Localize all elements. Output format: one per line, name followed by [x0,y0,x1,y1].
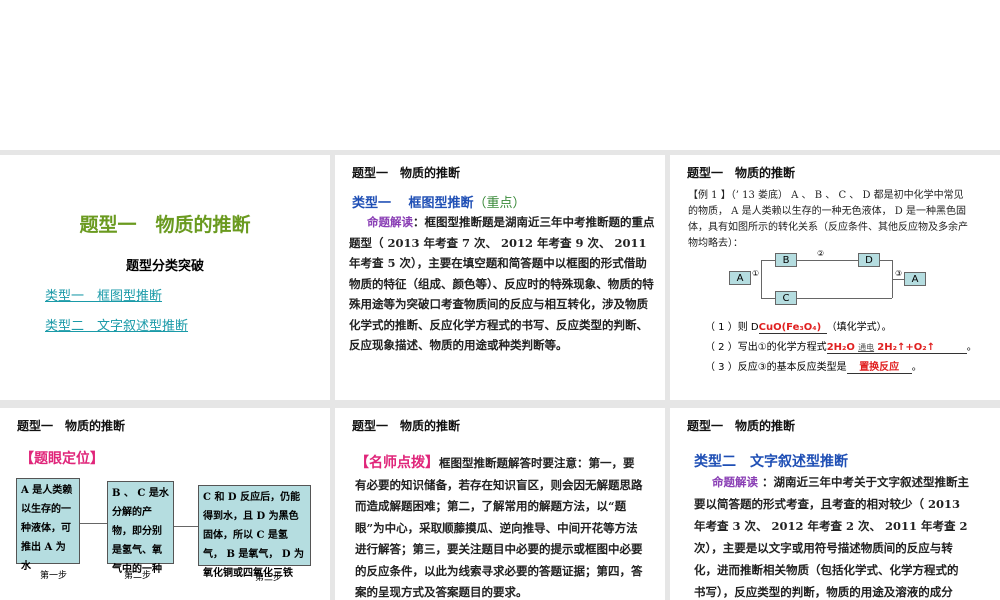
connector [797,298,892,299]
step-caption-2: 第二步 [124,571,152,581]
type-label: 类型一 框图型推断 [352,196,474,211]
slide-body: 【名师点拨】框图型推断题解答时要注意：第一，要有必要的知识储备，若存在知识盲区，… [355,453,645,600]
step-caption-3: 第三步 [255,573,283,583]
slide-thumbnail-1[interactable]: 题型一 物质的推断 题型分类突破 类型一 框图型推断 类型二 文字叙述型推断 [0,155,330,400]
section-label: 【名师点拨】 [355,455,439,471]
body-text: 框图型推断题解答时要注意：第一，要有必要的知识储备，若存在知识盲区，则会因无解题… [355,456,643,599]
q2-condition: 通电 [858,343,875,352]
blank-area [0,0,1000,150]
step-box-1: A 是人类赖以生存的一种液体，可推出 A 为水 [16,478,80,572]
connector [797,260,858,261]
arrow [80,523,107,524]
link-type-one[interactable]: 类型一 框图型推断 [45,285,162,304]
slide-thumbnail-4[interactable]: 题型一 物质的推断 【题眼定位】 A 是人类赖以生存的一种液体，可推出 A 为水… [0,408,330,600]
emphasis-label: （重点） [473,196,526,211]
mark-1: ① [752,269,760,278]
q3-answer: 置换反应 [846,358,912,374]
slide-thumbnail-2[interactable]: 题型一 物质的推断 类型一 框图型推断（重点） 命题解读：框图型推断题是湖南近三… [335,155,665,400]
slide-body: 命题解读：框图型推断题是湖南近三年中考推断题的重点题型（ 2013 年考查 7 … [349,212,657,356]
step-box-2: B 、 C 是水分解的产物，即分别是氢气、氧气中的一种 [107,481,174,575]
body-text: ：湖南近三年中考关于文字叙述型推断主要以简答题的形式考查，且考查的相对较少（ 2… [694,475,970,599]
type-heading: 类型一 框图型推断（重点） [352,192,526,211]
connector [761,260,775,261]
link-type-two[interactable]: 类型二 文字叙述型推断 [45,315,188,334]
slide-header: 题型一 物质的推断 [352,419,461,433]
node-c: C [775,291,797,305]
q1-suffix: （填化学式）。 [826,322,892,333]
connector [880,260,892,261]
mark-3: ③ [895,269,903,278]
slide-header: 题型一 物质的推断 [687,166,796,180]
q3-prompt: （ 3 ）反应③的基本反应类型是 [705,362,847,373]
question-2: （ 2 ）写出①的化学方程式2H₂O 通电 2H₂↑+O₂↑ 。 [705,338,977,354]
node-b: B [775,253,797,267]
q1-prompt: （ 1 ）则 D [705,322,759,333]
slide-header: 题型一 物质的推断 [352,166,461,180]
q2-rhs: 2H₂↑+O₂↑ [877,342,936,353]
connector [892,279,904,280]
slide-thumbnail-5[interactable]: 题型一 物质的推断 【名师点拨】框图型推断题解答时要注意：第一，要有必要的知识储… [335,408,665,600]
connector [761,260,762,298]
q2-prompt: （ 2 ）写出①的化学方程式 [705,342,827,353]
question-3: （ 3 ）反应③的基本反应类型是 置换反应。 [705,358,922,374]
question-1: （ 1 ）则 DCuO(Fe₃O₄) （填化学式）。 [705,318,892,334]
section-label: 【题眼定位】 [20,451,104,467]
lead-label: 命题解读 [712,475,758,489]
body-text: ：框图型推断题是湖南近三年中考推断题的重点题型（ 2013 年考查 7 次、 2… [349,215,655,352]
lead-label: 命题解读 [367,215,413,229]
example-text: 【例 1 】（’ 13 娄底） A 、 B 、 C 、 D 都是初中化学中常见的… [688,190,968,249]
slide-header: 题型一 物质的推断 [687,419,796,433]
slide-thumbnail-6[interactable]: 题型一 物质的推断 类型二 文字叙述型推断 命题解读 ：湖南近三年中考关于文字叙… [670,408,1000,600]
node-a: A [729,271,751,285]
arrow [174,526,198,527]
slide-body: 命题解读 ：湖南近三年中考关于文字叙述型推断主要以简答题的形式考查，且考查的相对… [694,471,969,600]
mark-2: ② [817,249,825,258]
q2-suffix: 。 [966,342,977,353]
slide-title: 题型一 物质的推断 [79,214,251,236]
node-d: D [858,253,880,267]
node-a2: A [904,272,926,286]
step-box-3: C 和 D 反应后，仍能得到水，且 D 为黑色固体，所以 C 是氢气， B 是氧… [198,485,311,579]
slide-header: 题型一 物质的推断 [17,419,126,433]
q2-lhs: 2H₂O [826,342,855,353]
connector [761,298,775,299]
q1-answer: CuO(Fe₃O₄) [758,322,827,334]
slide-thumbnail-3[interactable]: 题型一 物质的推断 【例 1 】（’ 13 娄底） A 、 B 、 C 、 D … [670,155,1000,400]
type-heading: 类型二 文字叙述型推断 [694,454,848,470]
step-caption-1: 第一步 [40,571,68,581]
q3-suffix: 。 [911,362,922,373]
slide-subtitle: 题型分类突破 [125,259,204,274]
